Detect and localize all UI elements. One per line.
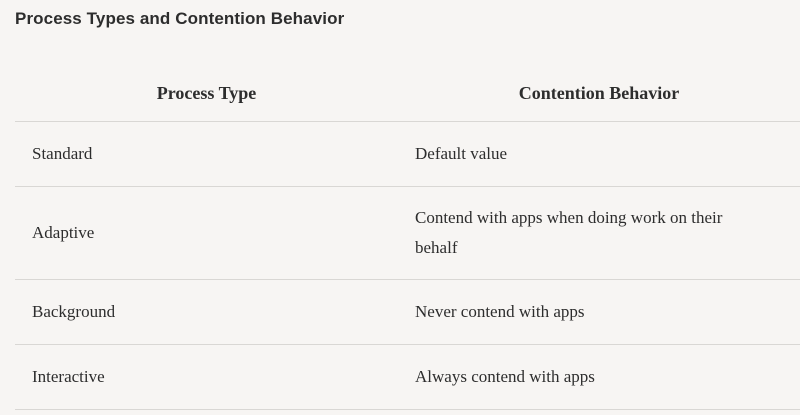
cell-contention-behavior: Never contend with apps bbox=[415, 302, 585, 321]
page: Process Types and Contention Behavior Pr… bbox=[0, 0, 800, 415]
table-row: Standard Default value bbox=[15, 122, 800, 187]
table-row: Interactive Always contend with apps bbox=[15, 345, 800, 410]
cell-process-type: Standard bbox=[32, 144, 93, 163]
header-contention-behavior: Contention Behavior bbox=[518, 82, 680, 103]
cell-contention-behavior: Always contend with apps bbox=[415, 367, 595, 386]
table-row: Background Never contend with apps bbox=[15, 280, 800, 345]
cell-contention-behavior: Default value bbox=[415, 144, 508, 163]
table-row: Adaptive Contend with apps when doing wo… bbox=[15, 187, 800, 280]
cell-contention-behavior: Contend with apps when doing work on the… bbox=[415, 208, 723, 257]
process-types-table: Process Type Contention Behavior Standar… bbox=[15, 65, 800, 410]
cell-process-type: Interactive bbox=[32, 367, 105, 386]
table-header-row: Process Type Contention Behavior bbox=[15, 65, 800, 122]
cell-process-type: Background bbox=[32, 302, 116, 321]
header-process-type: Process Type bbox=[156, 82, 257, 103]
table-title: Process Types and Contention Behavior bbox=[15, 9, 345, 28]
cell-process-type: Adaptive bbox=[32, 223, 95, 242]
